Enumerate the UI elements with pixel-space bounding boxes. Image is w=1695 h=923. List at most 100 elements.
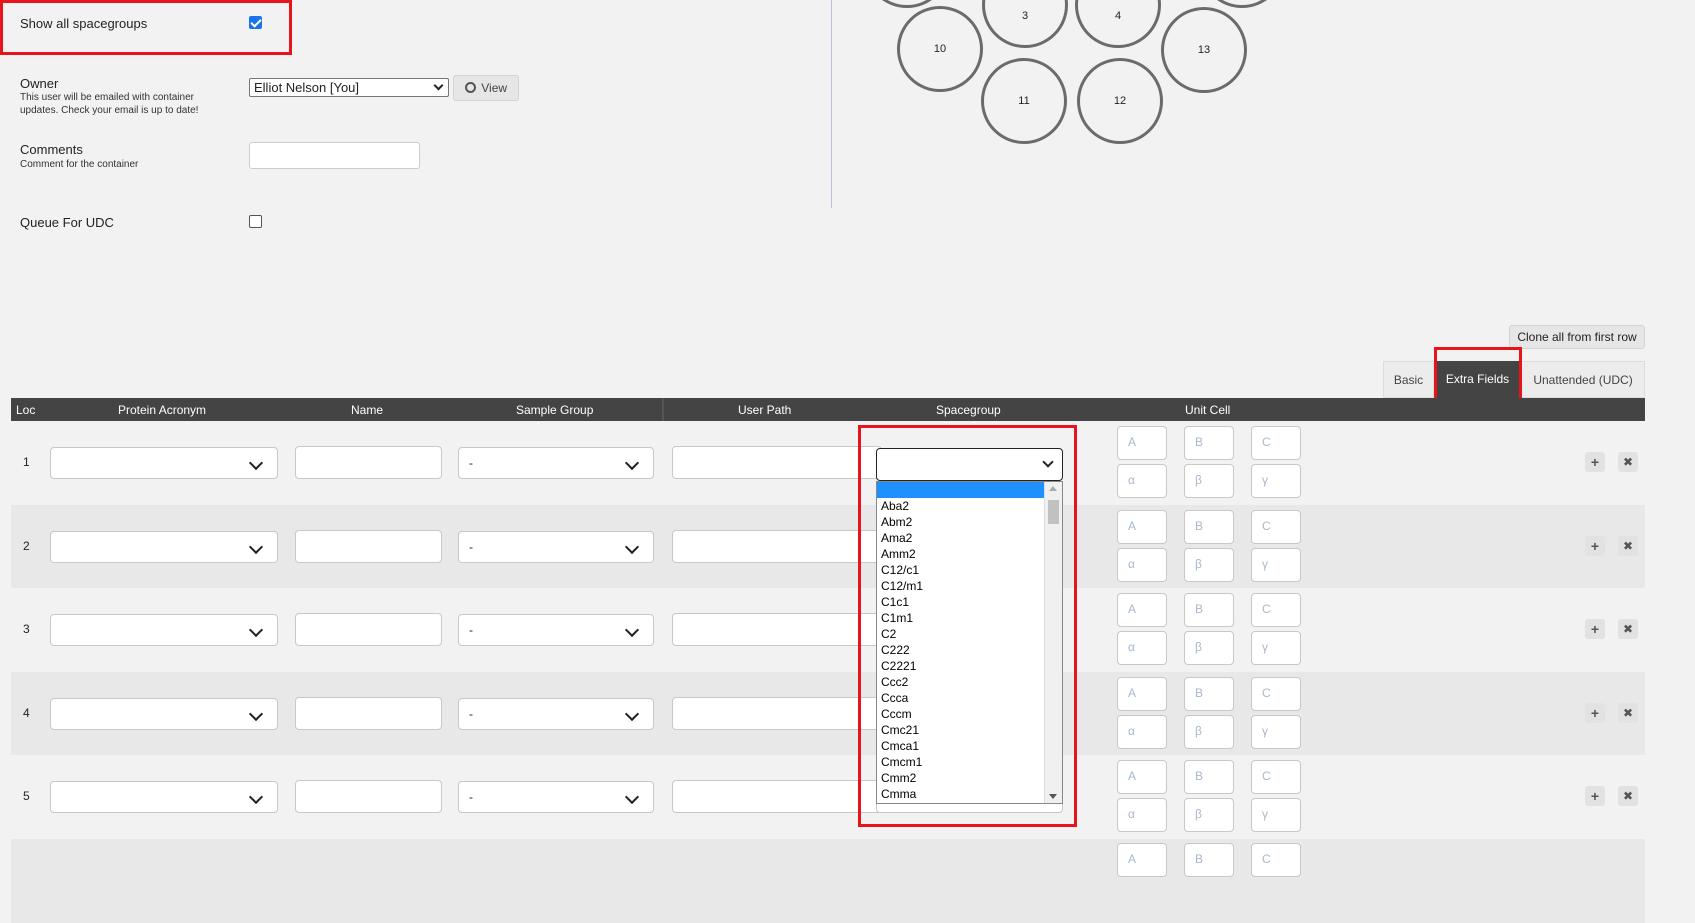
unit-cell-input[interactable]: α	[1117, 631, 1167, 665]
user-path-input[interactable]	[672, 697, 882, 730]
puck-position[interactable]: 4	[1075, 0, 1161, 48]
protein-acronym-select[interactable]	[50, 531, 278, 563]
unit-cell-placeholder: α	[1128, 557, 1135, 571]
unit-cell-input[interactable]: A	[1117, 843, 1167, 877]
unit-cell-input[interactable]: β	[1184, 464, 1234, 498]
unit-cell-input[interactable]: B	[1184, 760, 1234, 794]
add-row-button[interactable]: +	[1585, 536, 1605, 556]
unit-cell-input[interactable]: B	[1184, 843, 1234, 877]
unit-cell-input[interactable]: A	[1117, 677, 1167, 711]
name-input[interactable]	[295, 613, 442, 646]
search-icon	[464, 82, 476, 93]
puck-position[interactable]: 10	[897, 6, 983, 92]
unit-cell-input[interactable]: A	[1117, 426, 1167, 460]
unit-cell-input[interactable]: α	[1117, 464, 1167, 498]
puck-position[interactable]: 3	[982, 0, 1068, 48]
unit-cell-input[interactable]: β	[1184, 798, 1234, 832]
user-path-input[interactable]	[672, 530, 882, 563]
add-row-button[interactable]: +	[1585, 452, 1605, 472]
protein-acronym-select[interactable]	[50, 698, 278, 730]
unit-cell-placeholder: C	[1262, 686, 1271, 700]
puck-position[interactable]: 13	[1161, 7, 1247, 93]
unit-cell-input[interactable]: C	[1251, 677, 1301, 711]
add-row-button[interactable]: +	[1585, 703, 1605, 723]
sample-group-select[interactable]: -	[458, 698, 654, 730]
sample-group-select[interactable]: -	[458, 781, 654, 813]
unit-cell-placeholder: β	[1195, 724, 1202, 738]
unit-cell-input[interactable]: γ	[1251, 631, 1301, 665]
unit-cell-input[interactable]: β	[1184, 631, 1234, 665]
add-row-button[interactable]: +	[1585, 786, 1605, 806]
user-path-input[interactable]	[672, 446, 882, 479]
remove-row-button[interactable]: ✖	[1618, 452, 1638, 472]
protein-acronym-select[interactable]	[50, 447, 278, 479]
protein-acronym-select[interactable]	[50, 614, 278, 646]
unit-cell-input[interactable]: α	[1117, 715, 1167, 749]
unit-cell-input[interactable]: B	[1184, 593, 1234, 627]
unit-cell-input[interactable]: γ	[1251, 548, 1301, 582]
unit-cell-input[interactable]: α	[1117, 798, 1167, 832]
clone-button-label: Clone all from first row	[1517, 330, 1637, 344]
sample-group-select[interactable]: -	[458, 447, 654, 479]
comments-input[interactable]	[249, 142, 420, 169]
owner-select[interactable]: Elliot Nelson [You]	[249, 78, 449, 97]
unit-cell-input[interactable]: C	[1251, 593, 1301, 627]
name-input[interactable]	[295, 446, 442, 479]
remove-row-button[interactable]: ✖	[1618, 703, 1638, 723]
chevron-down-icon	[433, 80, 444, 91]
remove-row-button[interactable]: ✖	[1618, 536, 1638, 556]
header-unit-cell: Unit Cell	[1185, 403, 1231, 417]
unit-cell-placeholder: γ	[1262, 724, 1268, 738]
unit-cell-placeholder: γ	[1262, 557, 1268, 571]
unit-cell-input[interactable]: C	[1251, 510, 1301, 544]
add-row-button[interactable]: +	[1585, 619, 1605, 639]
unit-cell-input[interactable]: B	[1184, 510, 1234, 544]
plus-icon: +	[1590, 705, 1600, 721]
view-button-label: View	[481, 81, 508, 95]
header-loc: Loc	[16, 403, 36, 417]
unit-cell-input[interactable]: A	[1117, 760, 1167, 794]
remove-row-button[interactable]: ✖	[1618, 619, 1638, 639]
unit-cell-input[interactable]: β	[1184, 548, 1234, 582]
unit-cell-input[interactable]: C	[1251, 760, 1301, 794]
puck-position[interactable]: 12	[1077, 58, 1163, 144]
unit-cell-input[interactable]: γ	[1251, 715, 1301, 749]
puck-position[interactable]: 11	[981, 58, 1067, 144]
unit-cell-input[interactable]: B	[1184, 677, 1234, 711]
tab-basic[interactable]: Basic	[1383, 361, 1434, 398]
unit-cell-input[interactable]: A	[1117, 510, 1167, 544]
unit-cell-input[interactable]: C	[1251, 426, 1301, 460]
chevron-down-icon	[248, 622, 264, 638]
unit-cell-input[interactable]: A	[1117, 593, 1167, 627]
name-input[interactable]	[295, 697, 442, 730]
clone-all-button[interactable]: Clone all from first row	[1509, 325, 1645, 349]
row-loc: 1	[23, 455, 30, 469]
unit-cell-placeholder: γ	[1262, 807, 1268, 821]
unit-cell-input[interactable]: β	[1184, 715, 1234, 749]
unit-cell-input[interactable]: γ	[1251, 464, 1301, 498]
queue-udc-checkbox[interactable]	[249, 215, 262, 228]
user-path-input[interactable]	[672, 780, 882, 813]
view-owner-button[interactable]: View	[453, 75, 519, 101]
sample-group-select[interactable]: -	[458, 614, 654, 646]
protein-acronym-select[interactable]	[50, 781, 278, 813]
unit-cell-input[interactable]: α	[1117, 548, 1167, 582]
chevron-down-icon	[624, 539, 640, 555]
unit-cell-input[interactable]: C	[1251, 843, 1301, 877]
user-path-input[interactable]	[672, 613, 882, 646]
unit-cell-input[interactable]: B	[1184, 426, 1234, 460]
name-input[interactable]	[295, 780, 442, 813]
unit-cell-placeholder: C	[1262, 852, 1271, 866]
tab-unattended-label: Unattended (UDC)	[1533, 373, 1633, 387]
show-all-spacegroups-checkbox[interactable]	[249, 16, 262, 29]
queue-udc-label: Queue For UDC	[20, 215, 114, 230]
name-input[interactable]	[295, 530, 442, 563]
sample-group-select[interactable]: -	[458, 531, 654, 563]
unit-cell-input[interactable]: γ	[1251, 798, 1301, 832]
tab-unattended-udc[interactable]: Unattended (UDC)	[1521, 361, 1645, 398]
close-icon: ✖	[1622, 789, 1634, 803]
tab-basic-label: Basic	[1393, 373, 1424, 387]
chevron-down-icon	[248, 539, 264, 555]
header-spacegroup: Spacegroup	[936, 403, 1001, 417]
remove-row-button[interactable]: ✖	[1618, 786, 1638, 806]
